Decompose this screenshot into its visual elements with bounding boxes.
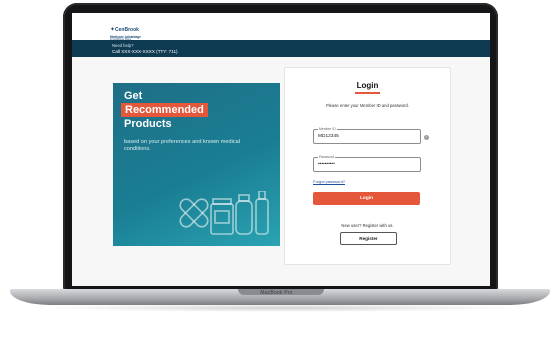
device-shadow <box>40 304 520 312</box>
login-title: Login <box>356 81 379 90</box>
login-instruction: Please enter your Member ID and password… <box>325 103 410 108</box>
promo-line-products: Products <box>124 118 172 130</box>
help-heading: Need help? <box>112 43 134 48</box>
promo-banner: Get Recommended Products based on your p… <box>113 83 280 246</box>
login-button[interactable]: Login <box>313 192 420 205</box>
site-header: ✦CenBrook Medicare Advantage & CenBrook … <box>72 13 490 42</box>
password-value: •••••••••• <box>318 162 335 167</box>
spray-bottle-icon <box>255 191 269 235</box>
login-card: Login Please enter your Member ID and pa… <box>284 67 451 265</box>
bandage-icon <box>179 198 209 228</box>
member-id-field[interactable]: Member ID MD12345 <box>313 127 421 144</box>
medicine-box-icon <box>210 198 234 235</box>
member-id-label: Member ID <box>318 127 337 131</box>
register-button[interactable]: Register <box>340 232 397 245</box>
laptop-screen: ✦CenBrook Medicare Advantage & CenBrook … <box>72 13 490 286</box>
new-user-text: New user? Register with us. <box>341 223 394 228</box>
medical-supplies-illustration <box>179 191 269 235</box>
password-label: Password <box>318 155 335 159</box>
help-bar: Need help? Call XXX-XXX-XXXX (TTY: 711) <box>72 40 490 57</box>
info-icon[interactable]: i <box>424 135 429 140</box>
promo-line-get: Get <box>124 90 143 102</box>
help-phone-link[interactable]: Call XXX-XXX-XXXX (TTY: 711) <box>112 49 178 54</box>
promo-line-recommended: Recommended <box>121 103 208 117</box>
device-label: MacBook Pro <box>260 290 293 296</box>
logo-name: CenBrook <box>115 27 139 33</box>
brand-logo[interactable]: ✦CenBrook Medicare Advantage & CenBrook … <box>110 19 141 42</box>
password-field[interactable]: Password •••••••••• <box>313 155 421 172</box>
member-id-value: MD12345 <box>318 134 339 139</box>
login-title-underline <box>355 92 380 94</box>
promo-description: based on your preferences and known medi… <box>124 139 240 152</box>
pill-bottle-icon <box>235 194 253 235</box>
forgot-password-link[interactable]: Forgot password? <box>313 179 345 184</box>
page-body: Get Recommended Products based on your p… <box>72 57 490 286</box>
